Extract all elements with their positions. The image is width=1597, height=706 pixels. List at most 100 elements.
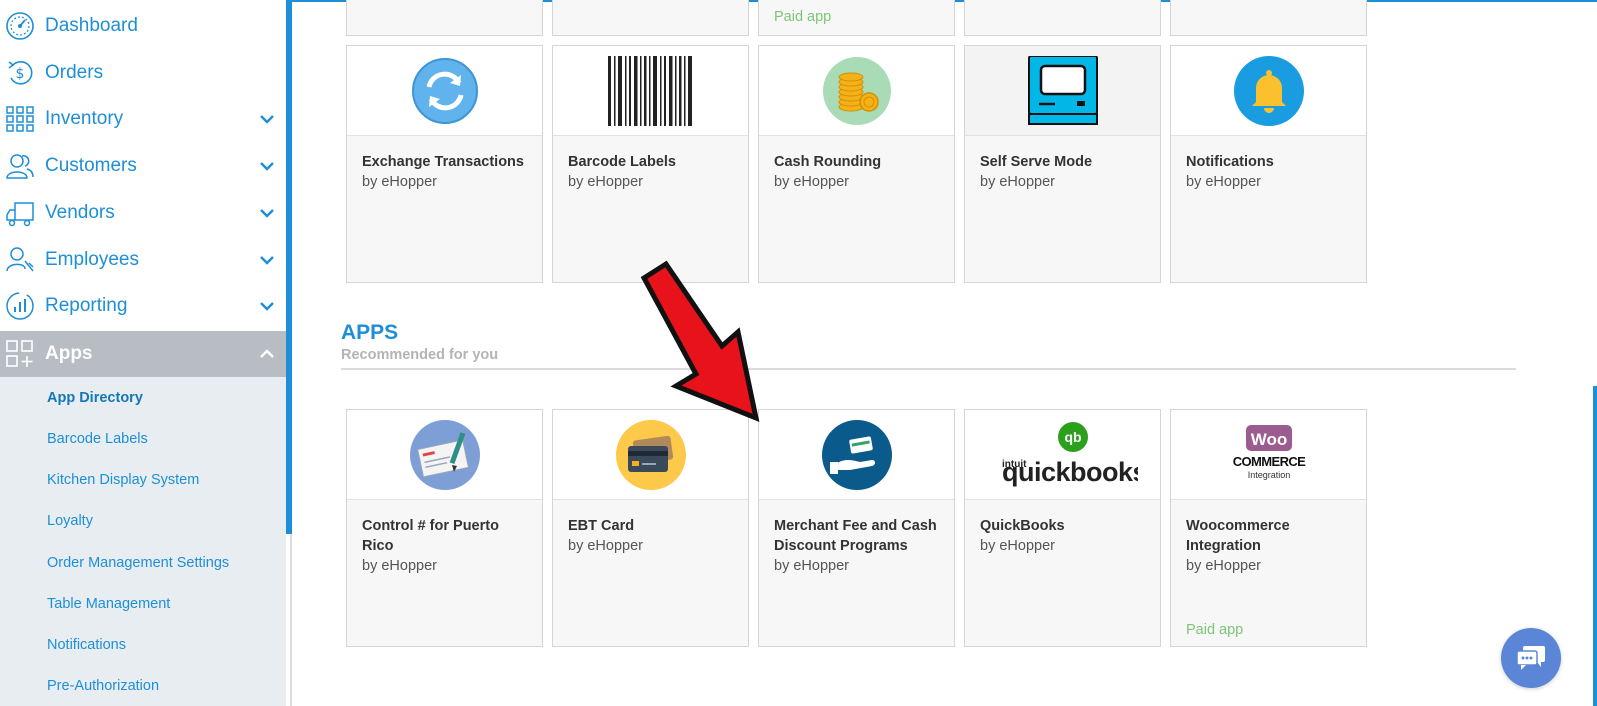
chevron-up-icon	[260, 349, 274, 358]
app-name: Woocommerce Integration by eHopper	[1186, 518, 1290, 574]
app-name: Self Serve Mode by eHopper	[980, 154, 1093, 190]
sidebar: Dashboard $ Orders Inventory Customers V…	[0, 0, 292, 706]
submenu-app-directory[interactable]: App Directory	[47, 390, 143, 406]
chevron-down-icon	[260, 115, 274, 124]
grid-icon	[5, 104, 35, 134]
nav-reporting[interactable]: Reporting	[0, 283, 286, 329]
chevron-down-icon	[260, 256, 274, 265]
chat-button[interactable]	[1501, 628, 1561, 688]
nav-label: Orders	[45, 62, 104, 83]
app-card-control-puerto-rico[interactable]: Control # for Puerto Rico by eHopper	[346, 409, 543, 647]
nav-employees[interactable]: Employees	[0, 237, 286, 283]
nav-customers[interactable]: Customers	[0, 143, 286, 189]
chevron-down-icon	[260, 162, 274, 171]
app-card-quickbooks[interactable]: qb intuit quickbooks QuickBooks by eHoppe…	[964, 409, 1161, 647]
nav-inventory[interactable]: Inventory	[0, 96, 286, 142]
svg-text:quickbooks: quickbooks	[1002, 457, 1138, 487]
card-image	[347, 46, 542, 136]
svg-text:$: $	[16, 66, 25, 82]
nav-label: Customers	[45, 155, 137, 176]
submenu-notifications[interactable]: Notifications	[47, 637, 126, 653]
app-card-ebt-card[interactable]: EBT Card by eHopper	[552, 409, 749, 647]
truck-icon	[5, 198, 35, 228]
app-name: Cash Rounding by eHopper	[774, 154, 882, 190]
check-pen-icon	[409, 419, 480, 490]
nav-label: Apps	[45, 343, 93, 364]
card-image	[965, 46, 1160, 136]
submenu-barcode-labels[interactable]: Barcode Labels	[47, 431, 148, 447]
quickbooks-logo-icon: qb intuit quickbooks	[1002, 421, 1138, 487]
card-image: qb intuit quickbooks	[965, 410, 1160, 500]
app-card-barcode-labels[interactable]: Barcode Labels by eHopper	[552, 45, 749, 283]
chat-bubble-icon	[1516, 646, 1545, 670]
exchange-refresh-icon	[411, 57, 478, 124]
paid-app-label: Paid app	[774, 9, 832, 25]
app-card-exchange-transactions[interactable]: Exchange Transactions by eHopper	[346, 45, 543, 283]
card-image	[553, 410, 748, 500]
nav-label: Reporting	[45, 295, 128, 316]
svg-text:Woo: Woo	[1250, 430, 1287, 449]
svg-text:Integration: Integration	[1247, 470, 1290, 480]
app-card-woocommerce[interactable]: Woo COMMERCE Integration Woocommerce Int…	[1170, 409, 1367, 647]
nav-label: Inventory	[45, 108, 124, 129]
chevron-down-icon	[260, 302, 274, 311]
barcode-icon	[607, 55, 692, 126]
svg-text:COMMERCE: COMMERCE	[1232, 454, 1305, 469]
nav-vendors[interactable]: Vendors	[0, 190, 286, 236]
section-subtitle: Recommended for you	[341, 347, 499, 363]
users-icon	[5, 151, 35, 181]
woocommerce-logo-icon: Woo COMMERCE Integration	[1232, 424, 1306, 480]
app-name: Notifications by eHopper	[1186, 154, 1274, 190]
card-image: Woo COMMERCE Integration	[1171, 410, 1366, 500]
card-image	[759, 46, 954, 136]
app-directory-main: Paid app Exchange Transactions by eHopper…	[292, 0, 1597, 706]
card-image	[553, 46, 748, 136]
paid-app-label: Paid app	[1186, 622, 1244, 638]
app-name: Merchant Fee and Cash Discount Programs b…	[774, 518, 937, 574]
kiosk-monitor-icon	[1027, 55, 1098, 125]
card-image	[347, 410, 542, 500]
apps-submenu: App Directory Barcode Labels Kitchen Dis…	[0, 377, 286, 706]
app-card-self-serve-mode[interactable]: Self Serve Mode by eHopper	[964, 45, 1161, 283]
section-divider	[341, 368, 1516, 370]
app-name: Exchange Transactions by eHopper	[362, 154, 524, 190]
gauge-icon	[5, 11, 35, 41]
app-name: Barcode Labels by eHopper	[568, 154, 676, 190]
employee-icon	[5, 245, 35, 275]
app-card-partial[interactable]	[1170, 0, 1367, 36]
app-card-partial[interactable]	[964, 0, 1161, 36]
main-scrollbar[interactable]	[1593, 386, 1597, 706]
card-image	[759, 410, 954, 500]
app-name: QuickBooks by eHopper	[980, 518, 1065, 554]
app-card-notifications[interactable]: Notifications by eHopper	[1170, 45, 1367, 283]
hand-card-icon	[821, 419, 892, 490]
submenu-loyalty[interactable]: Loyalty	[47, 513, 93, 529]
app-card-partial[interactable]: Paid app	[758, 0, 955, 36]
app-card-partial[interactable]	[346, 0, 543, 36]
section-title: APPS	[341, 321, 399, 344]
card-image	[1171, 46, 1366, 136]
app-name: EBT Card by eHopper	[568, 518, 643, 554]
app-name: Control # for Puerto Rico by eHopper	[362, 518, 499, 574]
chevron-down-icon	[260, 209, 274, 218]
nav-label: Dashboard	[45, 15, 138, 36]
submenu-table-management[interactable]: Table Management	[47, 596, 170, 612]
bell-icon	[1233, 55, 1304, 126]
app-card-partial[interactable]	[552, 0, 749, 36]
nav-label: Vendors	[45, 202, 115, 223]
nav-dashboard[interactable]: Dashboard	[0, 3, 286, 49]
submenu-pre-authorization[interactable]: Pre-Authorization	[47, 678, 159, 694]
coins-icon	[822, 56, 891, 125]
nav-label: Employees	[45, 249, 139, 270]
nav-apps[interactable]: Apps	[0, 331, 286, 377]
app-card-cash-rounding[interactable]: Cash Rounding by eHopper	[758, 45, 955, 283]
chart-circle-icon	[5, 291, 35, 321]
dollar-refresh-icon: $	[5, 58, 35, 88]
apps-icon	[5, 339, 35, 369]
svg-text:qb: qb	[1064, 429, 1081, 445]
app-card-merchant-fee[interactable]: Merchant Fee and Cash Discount Programs b…	[758, 409, 955, 647]
submenu-order-management-settings[interactable]: Order Management Settings	[47, 555, 229, 571]
submenu-kitchen-display-system[interactable]: Kitchen Display System	[47, 472, 199, 488]
cards-icon	[615, 419, 686, 490]
nav-orders[interactable]: $ Orders	[0, 50, 286, 96]
